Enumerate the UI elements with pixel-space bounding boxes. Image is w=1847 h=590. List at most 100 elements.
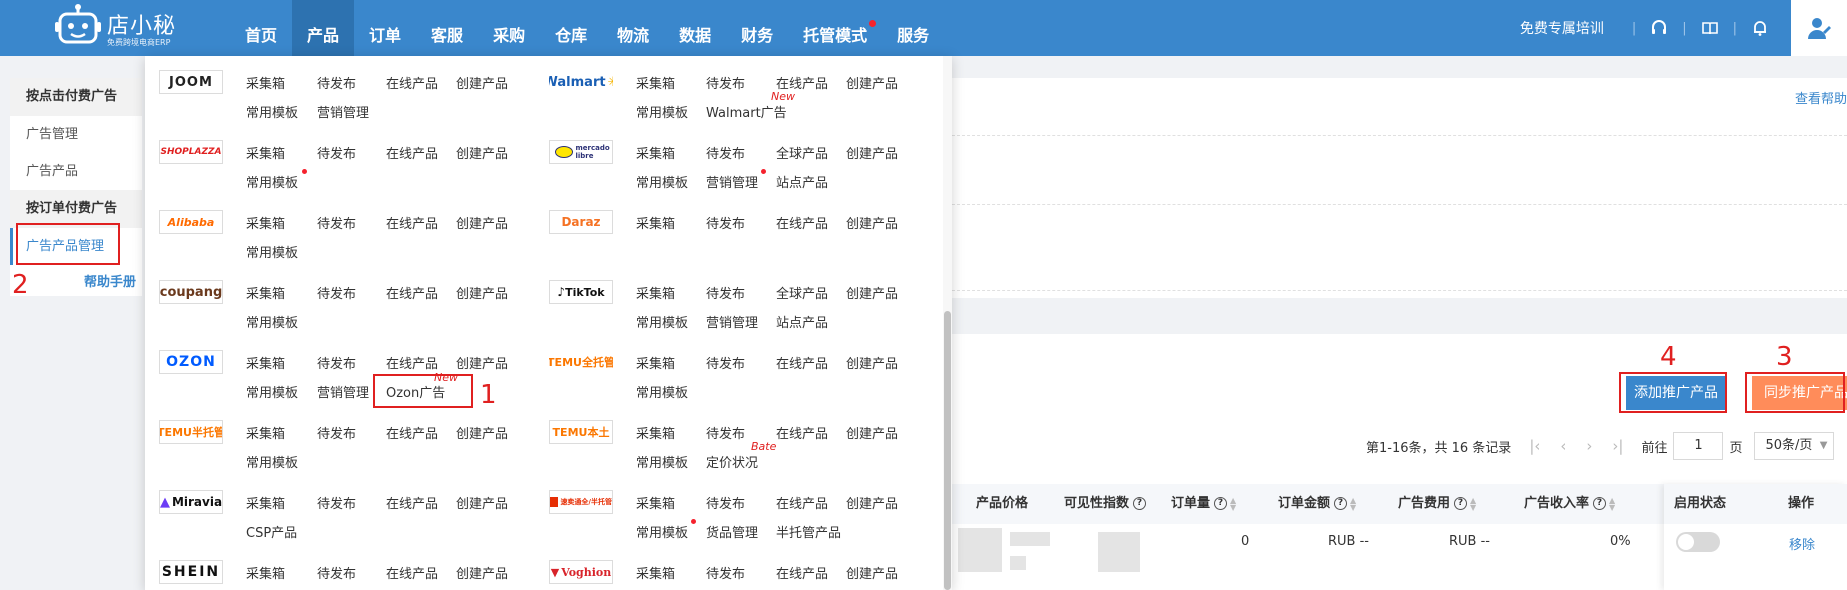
shoplazza-templates[interactable]: 常用模板: [246, 172, 298, 191]
nav-item-home[interactable]: 首页: [230, 0, 292, 56]
temu-half-collect-box[interactable]: 采集箱: [246, 423, 285, 442]
joom-create-product[interactable]: 创建产品: [456, 73, 508, 92]
tiktok-marketing[interactable]: 营销管理: [706, 312, 758, 331]
enable-status-toggle[interactable]: [1676, 532, 1720, 552]
help-icon[interactable]: ?: [1334, 497, 1348, 510]
temu-full-create-product[interactable]: 创建产品: [846, 353, 898, 372]
daraz-pending[interactable]: 待发布: [706, 213, 745, 232]
joom-collect-box[interactable]: 采集箱: [246, 73, 285, 92]
walmart-templates[interactable]: 常用模板: [636, 102, 688, 121]
mercado-create-product[interactable]: 创建产品: [846, 143, 898, 162]
page-size-select[interactable]: 50条/页 ▼: [1754, 432, 1835, 460]
last-page-icon[interactable]: ›|: [1612, 437, 1623, 455]
col-cost[interactable]: 广告费用? ▲ ▼: [1398, 484, 1478, 524]
alibaba-collect-box[interactable]: 采集箱: [246, 213, 285, 232]
alibaba-templates[interactable]: 常用模板: [246, 242, 298, 261]
ozon-templates[interactable]: 常用模板: [246, 382, 298, 401]
ozon-create-product[interactable]: 创建产品: [456, 353, 508, 372]
help-icon[interactable]: ?: [1133, 497, 1147, 510]
tiktok-pending[interactable]: 待发布: [706, 283, 745, 302]
temu-half-pending[interactable]: 待发布: [317, 423, 356, 442]
shoplazza-collect-box[interactable]: 采集箱: [246, 143, 285, 162]
miravia-collect-box[interactable]: 采集箱: [246, 493, 285, 512]
shein-create-product[interactable]: 创建产品: [456, 563, 508, 582]
temu-local-pending[interactable]: 待发布: [706, 423, 745, 442]
walmart-ads[interactable]: Walmart广告: [706, 102, 787, 121]
daraz-online-products[interactable]: 在线产品: [776, 213, 828, 232]
alibaba-online-products[interactable]: 在线产品: [386, 213, 438, 232]
remove-link[interactable]: 移除: [1789, 534, 1815, 553]
temu-half-templates[interactable]: 常用模板: [246, 452, 298, 471]
walmart-create-product[interactable]: 创建产品: [846, 73, 898, 92]
temu-local-templates[interactable]: 常用模板: [636, 452, 688, 471]
coupang-templates[interactable]: 常用模板: [246, 312, 298, 331]
sort-icon[interactable]: ▲ ▼: [1230, 496, 1238, 511]
voghion-pending[interactable]: 待发布: [706, 563, 745, 582]
book-icon[interactable]: [1701, 19, 1719, 37]
tiktok-templates[interactable]: 常用模板: [636, 312, 688, 331]
miravia-create-product[interactable]: 创建产品: [456, 493, 508, 512]
miravia-pending[interactable]: 待发布: [317, 493, 356, 512]
joom-templates[interactable]: 常用模板: [246, 102, 298, 121]
view-help-link[interactable]: 查看帮助: [1795, 88, 1847, 107]
nav-item-purchase[interactable]: 采购: [478, 0, 540, 56]
mercado-templates[interactable]: 常用模板: [636, 172, 688, 191]
ozon-online-products[interactable]: 在线产品: [386, 353, 438, 372]
temu-local-online-products[interactable]: 在线产品: [776, 423, 828, 442]
temu-full-collect-box[interactable]: 采集箱: [636, 353, 675, 372]
walmart-collect-box[interactable]: 采集箱: [636, 73, 675, 92]
nav-item-customer-service[interactable]: 客服: [416, 0, 478, 56]
shein-pending[interactable]: 待发布: [317, 563, 356, 582]
tiktok-create-product[interactable]: 创建产品: [846, 283, 898, 302]
joom-marketing[interactable]: 营销管理: [317, 102, 369, 121]
help-icon[interactable]: ?: [1454, 497, 1468, 510]
temu-full-templates[interactable]: 常用模板: [636, 382, 688, 401]
bell-icon[interactable]: [1751, 19, 1769, 37]
nav-item-product[interactable]: 产品: [292, 0, 355, 56]
tiktok-collect-box[interactable]: 采集箱: [636, 283, 675, 302]
col-rate[interactable]: 广告收入率? ▲ ▼: [1524, 484, 1617, 524]
ozon-collect-box[interactable]: 采集箱: [246, 353, 285, 372]
user-avatar[interactable]: [1791, 0, 1847, 56]
temu-local-pricing-status[interactable]: 定价状况: [706, 452, 758, 471]
temu-full-online-products[interactable]: 在线产品: [776, 353, 828, 372]
sort-icon[interactable]: ▲ ▼: [1609, 496, 1617, 511]
nav-item-service[interactable]: 服务: [882, 0, 944, 56]
temu-half-create-product[interactable]: 创建产品: [456, 423, 508, 442]
daraz-collect-box[interactable]: 采集箱: [636, 213, 675, 232]
help-manual-link[interactable]: 帮助手册: [84, 271, 136, 290]
joom-online-products[interactable]: 在线产品: [386, 73, 438, 92]
mercado-collect-box[interactable]: 采集箱: [636, 143, 675, 162]
nav-item-finance[interactable]: 财务: [726, 0, 788, 56]
coupang-online-products[interactable]: 在线产品: [386, 283, 438, 302]
next-page-icon[interactable]: ›: [1586, 437, 1592, 455]
mercado-site-products[interactable]: 站点产品: [776, 172, 828, 191]
temu-local-create-product[interactable]: 创建产品: [846, 423, 898, 442]
alibaba-pending[interactable]: 待发布: [317, 213, 356, 232]
robot-logo-icon[interactable]: [54, 4, 102, 48]
col-orders[interactable]: 订单量? ▲ ▼: [1171, 484, 1238, 524]
nav-item-order[interactable]: 订单: [354, 0, 416, 56]
shoplazza-create-product[interactable]: 创建产品: [456, 143, 508, 162]
voghion-online-products[interactable]: 在线产品: [776, 563, 828, 582]
nav-item-data[interactable]: 数据: [664, 0, 726, 56]
shoplazza-pending[interactable]: 待发布: [317, 143, 356, 162]
free-training-link[interactable]: 免费专属培训: [1520, 18, 1618, 38]
goto-page-input[interactable]: 1: [1673, 432, 1724, 460]
help-icon[interactable]: ?: [1214, 497, 1228, 510]
sidebar-item-ad-management[interactable]: 广告管理: [10, 116, 142, 153]
nav-item-hosting-mode[interactable]: 托管模式: [788, 0, 882, 56]
mercado-marketing[interactable]: 营销管理: [706, 172, 758, 191]
miravia-online-products[interactable]: 在线产品: [386, 493, 438, 512]
tiktok-global-products[interactable]: 全球产品: [776, 283, 828, 302]
shoplazza-online-products[interactable]: 在线产品: [386, 143, 438, 162]
help-icon[interactable]: ?: [1593, 497, 1607, 510]
sort-icon[interactable]: ▲ ▼: [1350, 496, 1358, 511]
temu-full-pending[interactable]: 待发布: [706, 353, 745, 372]
coupang-create-product[interactable]: 创建产品: [456, 283, 508, 302]
daraz-create-product[interactable]: 创建产品: [846, 213, 898, 232]
temu-half-online-products[interactable]: 在线产品: [386, 423, 438, 442]
col-amount[interactable]: 订单金额? ▲ ▼: [1278, 484, 1358, 524]
coupang-collect-box[interactable]: 采集箱: [246, 283, 285, 302]
nav-item-warehouse[interactable]: 仓库: [540, 0, 602, 56]
